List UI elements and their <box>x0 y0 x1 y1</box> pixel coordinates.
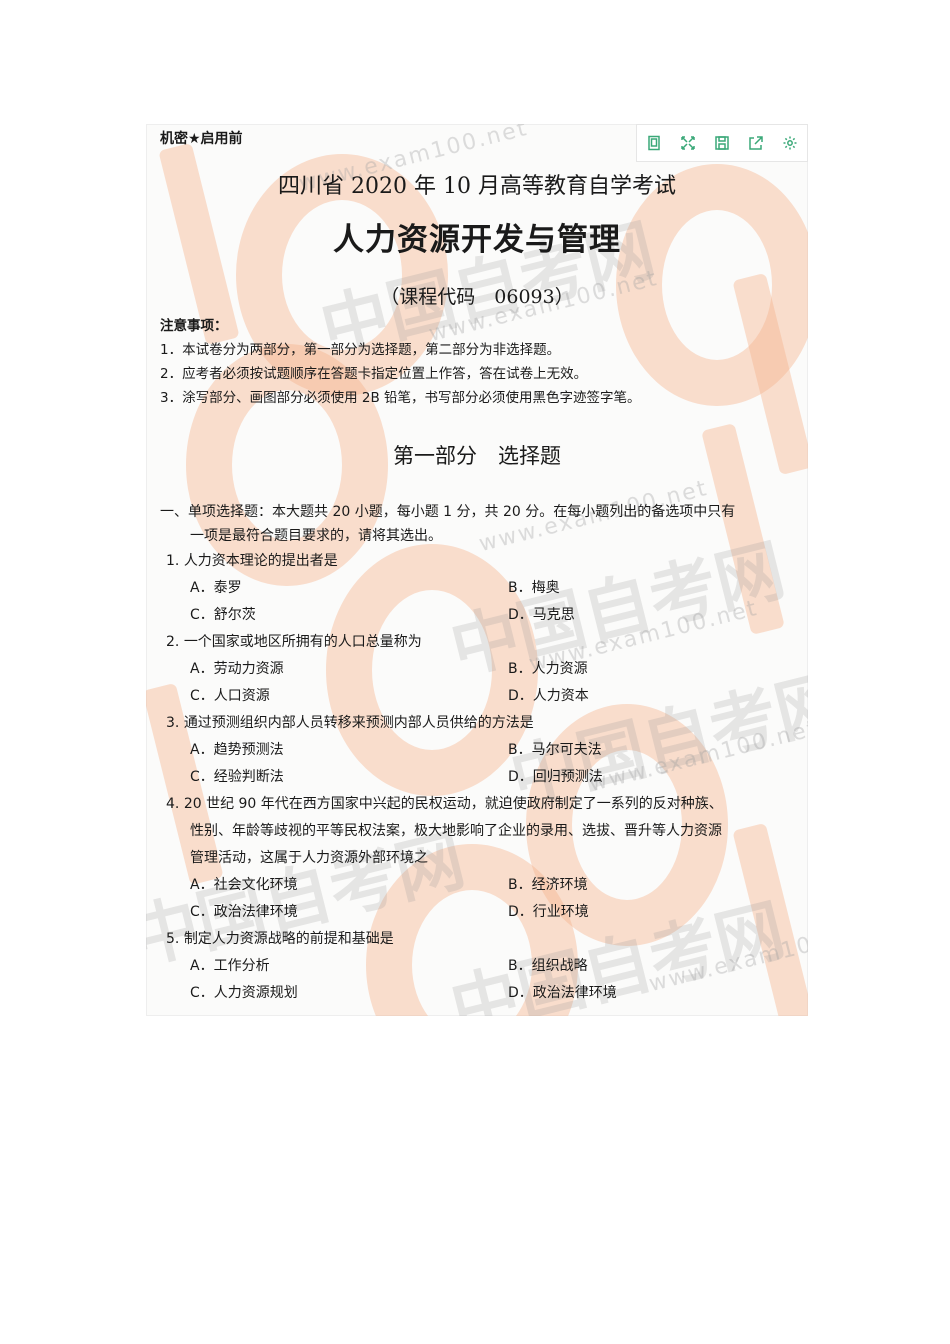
question-stem-continued: 管理活动，这属于人力资源外部环境之 <box>190 850 428 866</box>
option-b: B．马尔可夫法 <box>508 742 602 758</box>
question-stem: 4. 20 世纪 90 年代在西方国家中兴起的民权运动，就迫使政府制定了一系列的… <box>166 796 723 812</box>
settings-icon[interactable] <box>773 125 807 161</box>
question-stem: 5. 制定人力资源战略的前提和基础是 <box>166 931 394 947</box>
option-c: C．人力资源规划 <box>190 985 298 1001</box>
option-c: C．经验判断法 <box>190 769 284 785</box>
option-d: D．政治法律环境 <box>508 985 617 1001</box>
exam-title: 四川省 2020 年 10 月高等教育自学考试 <box>278 174 676 199</box>
notes-item: 1．本试卷分为两部分，第一部分为选择题，第二部分为非选择题。 <box>160 342 561 358</box>
option-d: D．马克思 <box>508 607 575 623</box>
secret-mark: 机密★启用前 <box>160 131 243 147</box>
option-a: A．劳动力资源 <box>190 661 284 677</box>
question-stem: 1. 人力资本理论的提出者是 <box>166 553 338 569</box>
watermark-digit <box>732 822 808 1016</box>
course-code: （课程代码 06093） <box>380 286 574 308</box>
option-c: C．人口资源 <box>190 688 270 704</box>
option-a: A．泰罗 <box>190 580 242 596</box>
option-a: A．社会文化环境 <box>190 877 298 893</box>
option-d: D．回归预测法 <box>508 769 603 785</box>
watermark-url: www.exam100.net <box>646 915 808 998</box>
notes-heading: 注意事项： <box>160 318 228 334</box>
question-stem: 2. 一个国家或地区所拥有的人口总量称为 <box>166 634 422 650</box>
option-d: D．人力资本 <box>508 688 589 704</box>
course-name: 人力资源开发与管理 <box>333 222 621 258</box>
option-a: A．趋势预测法 <box>190 742 284 758</box>
notes-item: 2．应考者必须按试题顺序在答题卡指定位置上作答，答在试卷上无效。 <box>160 366 588 382</box>
watermark-url: www.exam100.net <box>586 715 808 798</box>
option-b: B．组织战略 <box>508 958 588 974</box>
part-title: 第一部分 选择题 <box>393 444 561 468</box>
save-icon[interactable] <box>705 125 739 161</box>
fullscreen-icon[interactable] <box>671 125 705 161</box>
section-instructions: 一、单项选择题：本大题共 20 小题，每小题 1 分，共 20 分。在每小题列出… <box>160 500 796 548</box>
option-a: A．工作分析 <box>190 958 270 974</box>
page-icon[interactable] <box>637 125 671 161</box>
option-d: D．行业环境 <box>508 904 589 920</box>
notes-block: 注意事项： 1．本试卷分为两部分，第一部分为选择题，第二部分为非选择题。 2．应… <box>160 314 641 410</box>
viewer-toolbar <box>636 124 808 162</box>
section-line: 一项是最符合题目要求的，请将其选出。 <box>190 528 442 544</box>
option-b: B．梅奥 <box>508 580 560 596</box>
option-b: B．经济环境 <box>508 877 588 893</box>
share-icon[interactable] <box>739 125 773 161</box>
question-stem: 3. 通过预测组织内部人员转移来预测内部人员供给的方法是 <box>166 715 534 731</box>
option-c: C．舒尔茨 <box>190 607 256 623</box>
notes-item: 3．涂写部分、画图部分必须使用 2B 铅笔，书写部分必须使用黑色字迹签字笔。 <box>160 390 641 406</box>
option-b: B．人力资源 <box>508 661 588 677</box>
question-stem-continued: 性别、年龄等歧视的平等民权法案，极大地影响了企业的录用、选拔、晋升等人力资源 <box>190 823 722 839</box>
watermark-ring <box>326 544 538 796</box>
exam-scan: www.exam100.net www.exam100.net www.exam… <box>146 124 808 1016</box>
section-line: 一、单项选择题：本大题共 20 小题，每小题 1 分，共 20 分。在每小题列出… <box>160 504 736 520</box>
option-c: C．政治法律环境 <box>190 904 298 920</box>
